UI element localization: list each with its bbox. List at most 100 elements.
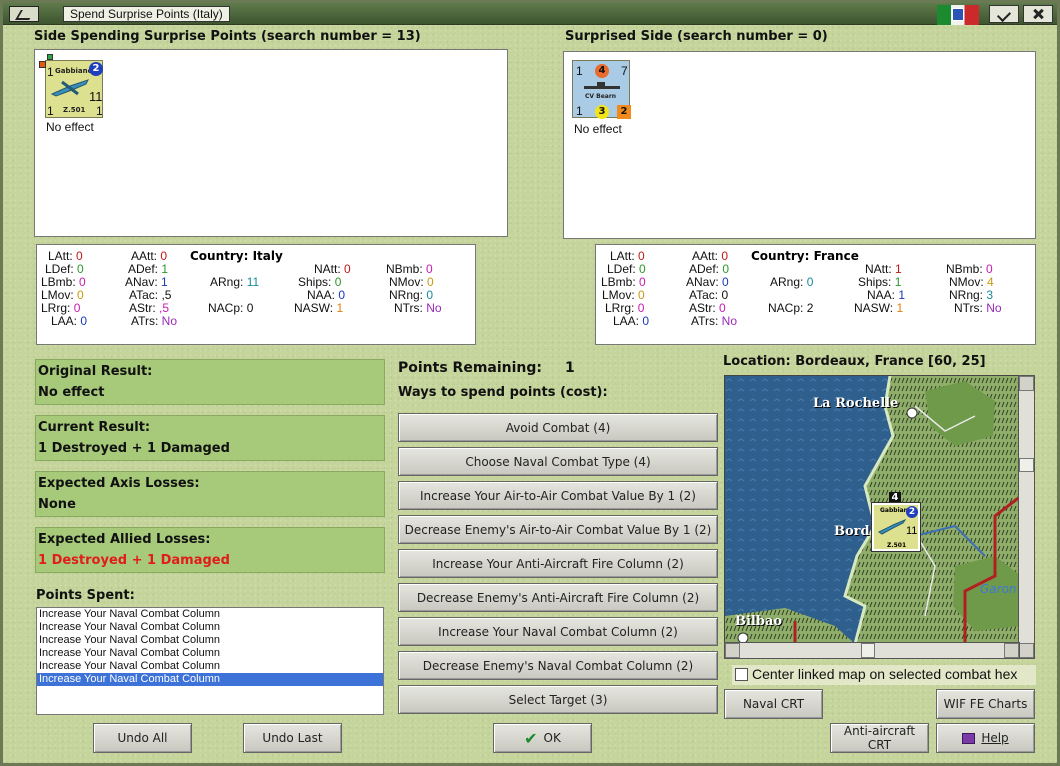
window-title: Spend Surprise Points (Italy) [63, 6, 230, 22]
current-result-box: Current Result: 1 Destroyed + 1 Damaged [35, 415, 385, 461]
dialog-window: Spend Surprise Points (Italy) Side Spend… [0, 0, 1060, 766]
list-item[interactable]: Increase Your Naval Combat Column [37, 621, 383, 634]
center-map-option[interactable]: Center linked map on selected combat hex [732, 665, 1036, 685]
scroll-left-button[interactable] [725, 643, 740, 658]
unit-counter-cv-bearn[interactable]: 1 4 7 CV Bearn 1 3 2 [572, 60, 631, 119]
r-country-label: Country: France [751, 249, 859, 263]
original-result-value: No effect [38, 385, 105, 400]
map-horizontal-scrollbar[interactable] [724, 642, 1020, 659]
r-stat-natt: 1 [895, 262, 902, 276]
r-stat-ntrs: No [986, 301, 1002, 315]
italy-flag-icon [937, 5, 979, 25]
ok-button[interactable]: ✔ OK [493, 723, 592, 753]
increase-aa-fire-button[interactable]: Increase Your Anti-Aircraft Fire Column … [398, 549, 718, 578]
map-unit-counter[interactable]: Gabbiano 2 11 Z.501 [872, 503, 920, 551]
ship-value-bl: 1 [576, 104, 583, 118]
restore-button[interactable] [989, 5, 1019, 23]
r-stat-atrs: No [721, 314, 738, 328]
choose-naval-combat-type-button[interactable]: Choose Naval Combat Type (4) [398, 447, 718, 476]
scroll-up-button[interactable] [1019, 376, 1034, 391]
allied-losses-label: Expected Allied Losses: [38, 532, 211, 547]
map-counter-circle: 2 [906, 506, 918, 518]
r-stat-arng: 0 [806, 275, 814, 289]
carrier-icon [584, 82, 620, 89]
allied-losses-box: Expected Allied Losses: 1 Destroyed + 1 … [35, 527, 385, 573]
r-stat-adef: 0 [722, 262, 730, 276]
list-item[interactable]: Increase Your Naval Combat Column [37, 660, 383, 673]
scroll-down-button[interactable] [1019, 643, 1034, 658]
stat-latt: 0 [76, 249, 83, 263]
original-result-label: Original Result: [38, 364, 153, 379]
help-button[interactable]: Help [936, 723, 1035, 753]
decrease-enemy-air-combat-button[interactable]: Decrease Enemy's Air-to-Air Combat Value… [398, 515, 718, 544]
list-item[interactable]: Increase Your Naval Combat Column [37, 647, 383, 660]
stat-lbmb: 0 [79, 275, 86, 289]
map-vertical-scrollbar[interactable] [1018, 375, 1035, 659]
right-units-panel: 1 4 7 CV Bearn 1 3 2 No effect [563, 51, 1036, 239]
r-stat-nrng: 3 [986, 288, 994, 302]
scroll-right-button[interactable] [1004, 643, 1019, 658]
r-stat-laa: 0 [642, 314, 650, 328]
select-target-button[interactable]: Select Target (3) [398, 685, 718, 714]
stat-nmov: 0 [427, 275, 434, 289]
list-item-selected[interactable]: Increase Your Naval Combat Column [37, 673, 383, 686]
wif-fe-charts-button[interactable]: WIF FE Charts [936, 689, 1035, 719]
ok-button-label: OK [543, 731, 561, 745]
linked-map[interactable]: La Rochelle Bord Bilbao Garon 4 Gabbiano… [724, 375, 1020, 643]
r-stat-astr: 0 [719, 301, 726, 315]
stat-nrng: 0 [426, 288, 434, 302]
close-button[interactable] [1023, 5, 1053, 23]
axis-losses-value: None [38, 497, 76, 512]
r-stat-lmov: 0 [638, 288, 645, 302]
stat-ships: 0 [334, 275, 342, 289]
stat-arng: 11 [246, 275, 260, 289]
unit-counter-gabbiano[interactable]: 1 Gabbiano 2 11 Z.501 1 1 [39, 54, 103, 118]
naval-crt-button[interactable]: Naval CRT [724, 689, 823, 719]
ship-value-tl: 1 [576, 64, 583, 78]
points-remaining-label: Points Remaining: [398, 360, 543, 376]
center-map-checkbox[interactable] [735, 668, 748, 681]
unit-result-label: No effect [46, 120, 94, 134]
map-counter-value: 11 [906, 525, 918, 537]
points-spent-list[interactable]: Increase Your Naval Combat Column Increa… [36, 607, 384, 715]
list-item[interactable]: Increase Your Naval Combat Column [37, 634, 383, 647]
increase-naval-combat-button[interactable]: Increase Your Naval Combat Column (2) [398, 617, 718, 646]
horizontal-scroll-thumb[interactable] [861, 643, 875, 658]
stat-ntrs: No [426, 301, 442, 315]
list-item[interactable]: Increase Your Naval Combat Column [37, 608, 383, 621]
stat-lmov: 0 [77, 288, 84, 302]
stat-nacp: 0 [246, 301, 254, 315]
system-menu-icon[interactable] [9, 6, 39, 22]
decrease-enemy-aa-fire-button[interactable]: Decrease Enemy's Anti-Aircraft Fire Colu… [398, 583, 718, 612]
unit-status-marker-2 [47, 54, 53, 60]
ship-result-label: No effect [574, 122, 622, 136]
r-stat-atac: 0 [721, 288, 729, 302]
original-result-box: Original Result: No effect [35, 359, 385, 405]
undo-last-button[interactable]: Undo Last [243, 723, 342, 753]
unit-status-marker [39, 61, 46, 68]
vertical-scroll-thumb[interactable] [1019, 458, 1034, 472]
unit-type: Z.501 [63, 106, 86, 114]
right-stats-panel: LAtt: 0 LDef: 0 LBmb: 0 LMov: 0 LRrg: 0 … [595, 244, 1036, 345]
avoid-combat-button[interactable]: Avoid Combat (4) [398, 413, 718, 442]
stat-natt: 0 [344, 262, 351, 276]
stat-naa: 0 [338, 288, 346, 302]
stat-lrrg: 0 [73, 301, 81, 315]
undo-all-button[interactable]: Undo All [93, 723, 192, 753]
increase-air-combat-button[interactable]: Increase Your Air-to-Air Combat Value By… [398, 481, 718, 510]
title-bar[interactable]: Spend Surprise Points (Italy) [3, 3, 1057, 25]
location-label: Location: Bordeaux, France [60, 25] [723, 354, 986, 369]
stat-nasw: 1 [336, 301, 344, 315]
map-counter-type: Z.501 [887, 542, 907, 549]
right-side-heading: Surprised Side (search number = 0) [565, 29, 828, 44]
r-stat-nacp: 2 [806, 301, 814, 315]
map-city-bilbao: Bilbao [735, 614, 783, 629]
ways-to-spend-label: Ways to spend points (cost): [398, 385, 608, 400]
map-city-bordeaux: Bord [834, 524, 870, 539]
r-stat-nmov: 4 [987, 275, 994, 289]
ship-value-br: 2 [617, 105, 631, 119]
anti-aircraft-crt-button[interactable]: Anti-aircraft CRT [830, 723, 929, 753]
decrease-enemy-naval-combat-button[interactable]: Decrease Enemy's Naval Combat Column (2) [398, 651, 718, 680]
stat-anav: 1 [161, 275, 168, 289]
help-button-label: Help [981, 731, 1009, 745]
